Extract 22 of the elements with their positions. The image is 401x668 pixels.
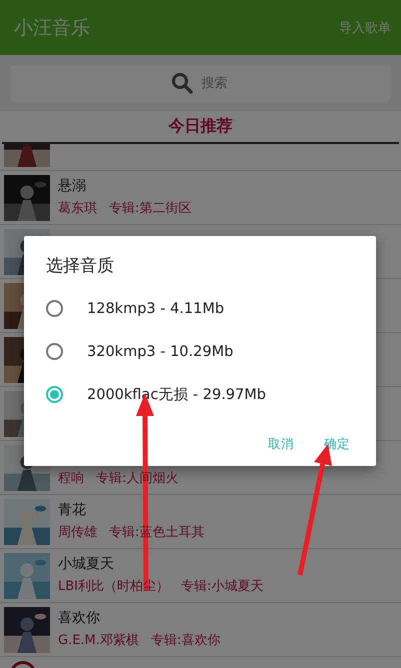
radio-button[interactable] — [46, 343, 63, 360]
album-name: 专辑:小城夏天 — [181, 578, 264, 595]
app-title: 小汪音乐 — [14, 16, 90, 40]
radio-button[interactable] — [46, 386, 63, 403]
quality-option-label[interactable]: 2000kflac无损 - 29.97Mb — [87, 385, 266, 404]
artist-name: 程响 — [58, 470, 84, 487]
album-name: 专辑:第二街区 — [109, 200, 192, 217]
song-title: 悬溺 — [58, 178, 87, 195]
quality-option-label[interactable]: 320kmp3 - 10.29Mb — [87, 344, 234, 360]
quality-option-label[interactable]: 128kmp3 - 4.11Mb — [87, 300, 224, 316]
section-title: 今日推荐 — [168, 116, 232, 137]
artist-name: 葛东琪 — [58, 200, 97, 217]
dialog-title: 选择音质 — [46, 255, 114, 277]
radio-button[interactable] — [46, 300, 63, 317]
search-icon — [171, 72, 193, 94]
search-field[interactable]: 搜索 — [10, 65, 391, 102]
artist-name: 周传雄 — [58, 524, 97, 541]
song-title: 青花 — [58, 502, 87, 519]
song-title: 喜欢你 — [58, 610, 101, 627]
song-title: 小城夏天 — [58, 556, 115, 573]
album-name: 专辑:喜欢你 — [150, 632, 220, 649]
artist-name: G.E.M.邓紫棋 — [58, 632, 139, 649]
